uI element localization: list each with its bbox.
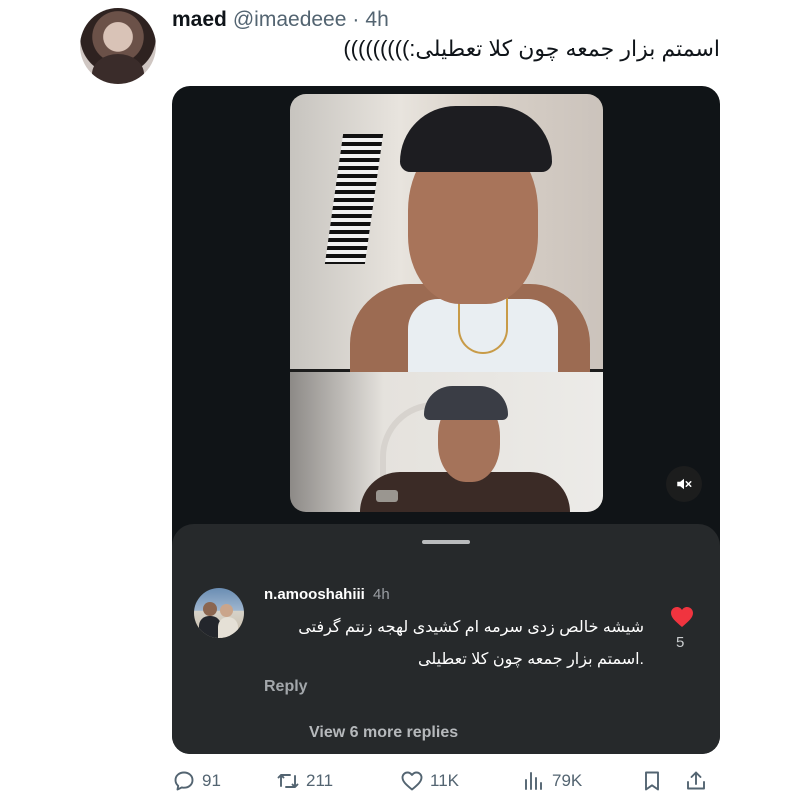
share-button[interactable] — [684, 766, 708, 796]
like-icon — [401, 771, 423, 791]
retweet-count: 211 — [306, 771, 334, 790]
header-separator: · — [352, 8, 360, 31]
like-action[interactable]: 11K — [400, 766, 459, 796]
view-count: 79K — [552, 771, 583, 790]
commenter-username[interactable]: n.amooshahiii — [264, 586, 365, 603]
commenter-avatar[interactable] — [194, 588, 244, 638]
retweet-action[interactable]: 211 — [276, 766, 333, 796]
comment-time: 4h — [373, 586, 390, 603]
like-count: 11K — [430, 771, 459, 790]
comment-text: شیشه خالص زدی سرمه ام کشیدی لهجه زنتم گر… — [298, 619, 644, 668]
views-action[interactable]: 79K — [522, 766, 582, 796]
secondary-video-feed — [290, 372, 603, 512]
avatar-head — [203, 602, 217, 616]
reply-action[interactable]: 91 — [172, 766, 221, 796]
reply-button[interactable]: Reply — [264, 678, 308, 696]
heart-icon[interactable] — [670, 606, 694, 628]
person-cap — [424, 386, 508, 420]
reply-icon — [174, 771, 194, 791]
comment-sheet: n.amooshahiii 4h شیشه خالص زدی سرمه ام ک… — [172, 524, 720, 754]
bookmark-icon — [645, 771, 659, 791]
retweet-icon — [277, 774, 299, 788]
commenter-info: n.amooshahiii 4h — [264, 586, 390, 603]
author-avatar[interactable] — [80, 8, 156, 84]
main-video-feed — [290, 94, 603, 384]
views-icon — [525, 772, 542, 790]
tweet-text: اسمتم بزار جمعه چون کلا تعطیلی:))))))))) — [343, 36, 720, 61]
bookmark-button[interactable] — [640, 766, 664, 796]
share-icon — [687, 771, 705, 790]
avatar-head — [220, 604, 233, 617]
video-call-frame[interactable] — [290, 94, 603, 512]
background-shirt — [324, 134, 384, 264]
reply-count: 91 — [202, 771, 221, 790]
sheet-drag-handle[interactable] — [422, 540, 470, 544]
tweet-time[interactable]: 4h — [365, 8, 388, 32]
author-name[interactable]: maed — [172, 8, 227, 32]
mute-icon — [677, 478, 692, 490]
mute-button[interactable] — [666, 466, 702, 502]
view-more-replies-button[interactable]: View 6 more replies — [309, 724, 458, 742]
avatar-figure — [218, 617, 238, 638]
wrist-watch — [376, 490, 398, 502]
tweet-header: maed @imaedeee · 4h — [172, 8, 389, 32]
tweet-action-bar: 91 211 11K 79K — [172, 766, 720, 796]
person-cap — [400, 106, 552, 172]
author-handle[interactable]: @imaedeee — [233, 8, 347, 32]
comment-like-count: 5 — [676, 634, 685, 651]
media-screenshot[interactable]: n.amooshahiii 4h شیشه خالص زدی سرمه ام ک… — [172, 86, 720, 754]
